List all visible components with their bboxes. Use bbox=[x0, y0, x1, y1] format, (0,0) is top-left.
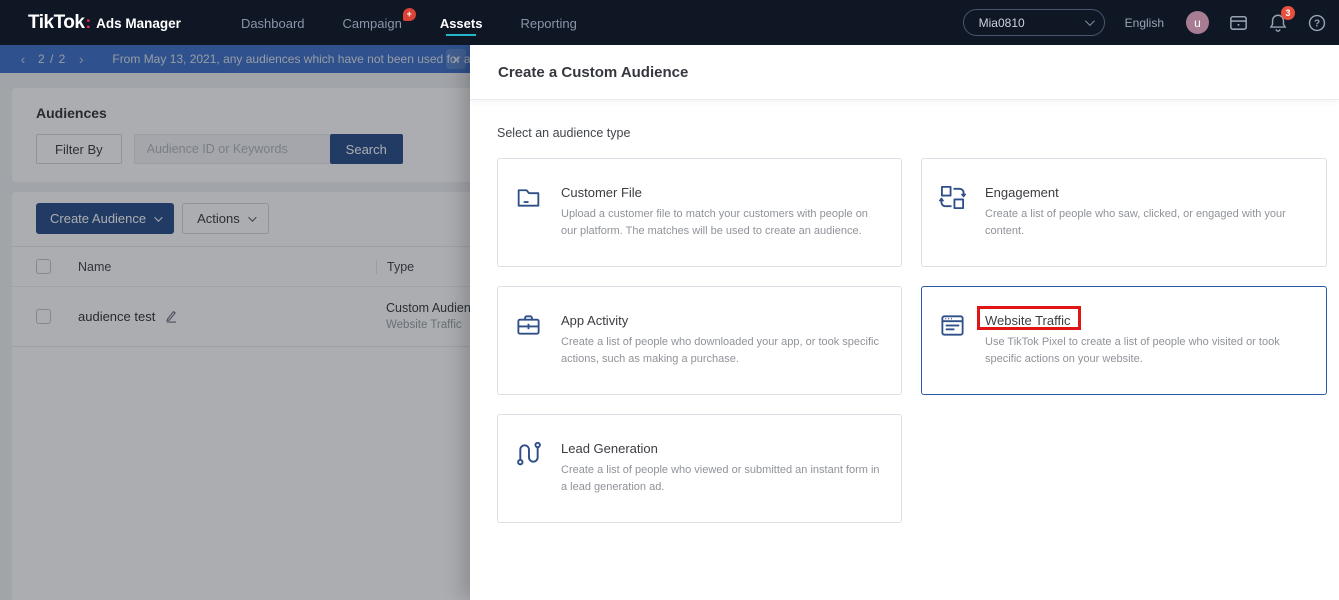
lead-generation-icon bbox=[515, 440, 542, 467]
logo-colon: : bbox=[85, 12, 92, 32]
modal-body: Select an audience type Customer File Up… bbox=[470, 100, 1339, 523]
avatar[interactable]: u bbox=[1186, 11, 1209, 34]
card-title: App Activity bbox=[561, 313, 629, 328]
nav-item-campaign-label: Campaign bbox=[342, 15, 402, 31]
screen: TikTok : Ads Manager Dashboard Campaign … bbox=[0, 0, 1339, 600]
main-nav: Dashboard Campaign + Assets Reporting bbox=[241, 3, 577, 43]
engagement-icon bbox=[939, 184, 966, 211]
card-description: Create a list of people who viewed or su… bbox=[561, 464, 880, 493]
navbar-right: Mia0810 English u 3 ? bbox=[962, 6, 1329, 36]
audience-type-label: Select an audience type bbox=[497, 126, 631, 140]
help-icon[interactable]: ? bbox=[1307, 13, 1327, 33]
card-title: Customer File bbox=[561, 185, 642, 200]
create-custom-audience-modal: Create a Custom Audience Select an audie… bbox=[470, 45, 1339, 600]
card-app-activity[interactable]: App Activity Create a list of people who… bbox=[497, 286, 902, 395]
bell-badge: 3 bbox=[1281, 6, 1295, 20]
language-selector[interactable]: English bbox=[1125, 16, 1164, 30]
app-activity-icon bbox=[515, 312, 542, 339]
card-customer-file[interactable]: Customer File Upload a customer file to … bbox=[497, 158, 902, 267]
nav-item-campaign[interactable]: Campaign + bbox=[342, 3, 416, 43]
card-description: Create a list of people who saw, clicked… bbox=[985, 208, 1286, 237]
card-description: Use TikTok Pixel to create a list of peo… bbox=[985, 336, 1280, 365]
notifications-bell-icon[interactable]: 3 bbox=[1268, 6, 1295, 33]
svg-text:?: ? bbox=[1314, 18, 1320, 29]
audience-type-cards: Customer File Upload a customer file to … bbox=[497, 158, 1327, 523]
account-name: Mia0810 bbox=[978, 15, 1025, 30]
card-engagement[interactable]: Engagement Create a list of people who s… bbox=[921, 158, 1327, 267]
card-title: Engagement bbox=[985, 185, 1059, 200]
chevron-down-icon bbox=[1084, 16, 1095, 27]
campaign-badge: + bbox=[402, 7, 416, 21]
card-description: Create a list of people who downloaded y… bbox=[561, 336, 879, 365]
nav-item-reporting[interactable]: Reporting bbox=[520, 3, 576, 43]
logo-suffix-text: Ads Manager bbox=[96, 15, 181, 31]
account-selector[interactable]: Mia0810 bbox=[962, 9, 1105, 36]
card-website-traffic[interactable]: Website Traffic Use TikTok Pixel to crea… bbox=[921, 286, 1327, 395]
avatar-initial: u bbox=[1194, 15, 1201, 30]
nav-item-dashboard[interactable]: Dashboard bbox=[241, 3, 305, 43]
modal-header: Create a Custom Audience bbox=[470, 45, 1339, 100]
card-title: Lead Generation bbox=[561, 441, 658, 456]
logo-brand-text: TikTok bbox=[28, 11, 85, 33]
website-traffic-icon bbox=[939, 312, 966, 339]
inbox-icon[interactable] bbox=[1228, 12, 1249, 33]
top-navbar: TikTok : Ads Manager Dashboard Campaign … bbox=[0, 0, 1339, 45]
card-title: Website Traffic bbox=[985, 313, 1071, 328]
modal-title: Create a Custom Audience bbox=[498, 63, 689, 81]
nav-item-assets[interactable]: Assets bbox=[440, 3, 483, 43]
card-description: Upload a customer file to match your cus… bbox=[561, 208, 868, 237]
tiktok-logo[interactable]: TikTok : Ads Manager bbox=[28, 12, 181, 34]
customer-file-icon bbox=[515, 184, 542, 211]
card-lead-generation[interactable]: Lead Generation Create a list of people … bbox=[497, 414, 902, 523]
